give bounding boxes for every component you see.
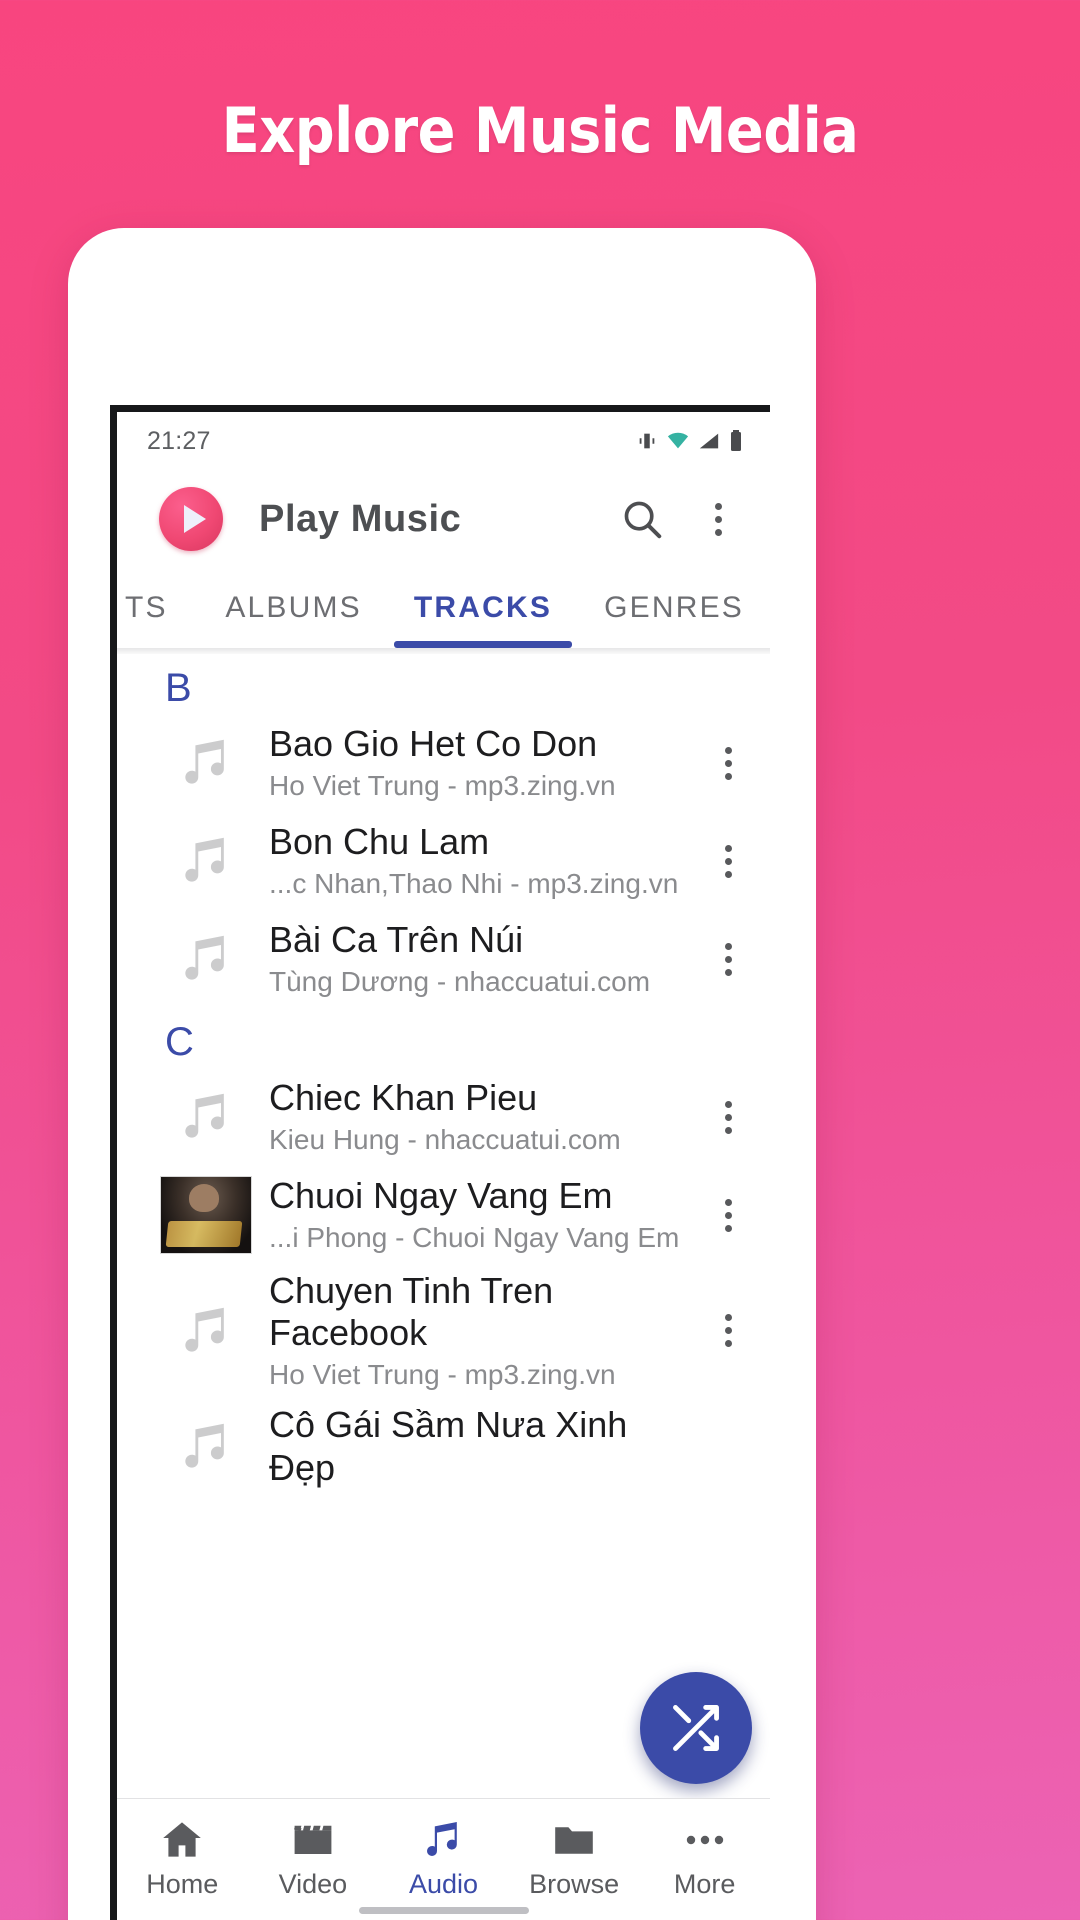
track-overflow-icon[interactable] [708, 844, 748, 878]
status-bar-icons [636, 429, 744, 453]
table-row[interactable]: Bao Gio Het Co Don Ho Viet Trung - mp3.z… [117, 714, 770, 812]
music-note-icon [427, 1821, 458, 1856]
music-note-icon [185, 1093, 224, 1138]
nav-item-video[interactable]: Video [248, 1816, 379, 1900]
track-artwork [159, 1176, 253, 1254]
track-overflow-icon[interactable] [708, 1198, 748, 1232]
music-note-icon [185, 739, 224, 784]
track-subtitle: Kieu Hung - nhaccuatui.com [269, 1123, 621, 1155]
status-bar: 21:27 [117, 412, 770, 470]
signal-icon [698, 430, 720, 452]
tab-tracks[interactable]: TRACKS [388, 568, 578, 648]
table-row[interactable]: Chiec Khan Pieu Kieu Hung - nhaccuatui.c… [117, 1068, 770, 1166]
track-title: Chuyen Tinh Tren Facebook [269, 1270, 554, 1354]
tab-genres[interactable]: GENRES [578, 568, 770, 648]
track-title: Chuoi Ngay Vang Em [269, 1175, 613, 1217]
track-title: Cô Gái Sầm Nưa Xinh Đẹp [269, 1404, 628, 1488]
track-overflow-icon[interactable] [708, 1100, 748, 1134]
tab-bar: TS ALBUMS TRACKS GENRES [117, 568, 770, 648]
overflow-menu-icon[interactable] [692, 493, 744, 545]
nav-label: Audio [408, 1868, 479, 1899]
video-clapper-icon [293, 1825, 332, 1854]
phone-screen: 21:27 Play Music TS ALBUMS TRACKS GENRES… [110, 405, 770, 1920]
track-subtitle: Tùng Dương - nhaccuatui.com [269, 965, 651, 997]
nav-item-browse[interactable]: Browse [509, 1816, 640, 1900]
track-subtitle: ...i Phong - Chuoi Ngay Vang Em [269, 1221, 680, 1253]
track-subtitle: Ho Viet Trung - mp3.zing.vn [269, 769, 616, 801]
status-bar-clock: 21:27 [147, 426, 211, 455]
nav-item-more[interactable]: More [639, 1816, 770, 1900]
nav-label: More [673, 1868, 736, 1899]
nav-item-audio[interactable]: Audio [378, 1816, 509, 1900]
vibrate-icon [636, 430, 658, 452]
track-list[interactable]: B Bao Gio Het Co Don Ho Viet Trung - mp3… [117, 654, 770, 1798]
table-row[interactable]: Cô Gái Sầm Nưa Xinh Đẹp [117, 1398, 770, 1496]
track-artwork [159, 1408, 253, 1486]
track-overflow-icon[interactable] [708, 746, 748, 780]
nav-item-home[interactable]: Home [117, 1816, 248, 1900]
album-art-thumbnail [160, 1176, 252, 1254]
track-subtitle: Ho Viet Trung - mp3.zing.vn [269, 1358, 616, 1390]
music-note-icon [185, 935, 224, 980]
track-title: Bon Chu Lam [269, 821, 490, 863]
table-row[interactable]: Bon Chu Lam ...c Nhan,Thao Nhi - mp3.zin… [117, 812, 770, 910]
track-subtitle: ...c Nhan,Thao Nhi - mp3.zing.vn [269, 867, 679, 899]
page-title: Explore Music Media [221, 94, 859, 167]
app-title: Play Music [259, 497, 462, 540]
app-bar: Play Music [117, 470, 770, 568]
folder-icon [555, 1826, 593, 1854]
track-artwork [159, 920, 253, 998]
nav-label: Browse [529, 1868, 620, 1899]
play-music-logo [159, 487, 223, 551]
table-row[interactable]: Bài Ca Trên Núi Tùng Dương - nhaccuatui.… [117, 910, 770, 1008]
nav-label: Video [278, 1868, 348, 1899]
track-overflow-icon[interactable] [708, 1314, 748, 1348]
track-artwork [159, 724, 253, 802]
app-bar-actions [616, 493, 744, 545]
music-note-icon [185, 837, 224, 882]
more-horizontal-icon [686, 1835, 723, 1844]
track-title: Chiec Khan Pieu [269, 1077, 538, 1119]
table-row[interactable]: Chuyen Tinh Tren Facebook Ho Viet Trung … [117, 1264, 770, 1398]
tab-albums[interactable]: ALBUMS [199, 568, 388, 648]
track-overflow-icon[interactable] [708, 942, 748, 976]
music-note-icon [185, 1423, 224, 1468]
battery-icon [728, 429, 744, 453]
home-indicator [358, 1907, 529, 1914]
shuffle-fab[interactable] [640, 1672, 752, 1784]
track-title: Bài Ca Trên Núi [269, 919, 524, 961]
search-icon[interactable] [616, 493, 668, 545]
track-title: Bao Gio Het Co Don [269, 723, 598, 765]
bottom-navigation: Home Video Audio Browse More [117, 1798, 770, 1920]
tab-artists[interactable]: TS [125, 568, 199, 648]
section-header-b: B [165, 666, 192, 710]
track-artwork [159, 1078, 253, 1156]
nav-label: Home [146, 1868, 219, 1899]
home-icon [163, 1821, 202, 1857]
music-note-icon [185, 1307, 224, 1352]
table-row[interactable]: Chuoi Ngay Vang Em ...i Phong - Chuoi Ng… [117, 1166, 770, 1264]
track-artwork [159, 822, 253, 900]
wifi-icon [666, 430, 690, 452]
track-artwork [159, 1292, 253, 1370]
shuffle-icon [673, 1705, 719, 1751]
section-header-c: C [165, 1020, 194, 1064]
